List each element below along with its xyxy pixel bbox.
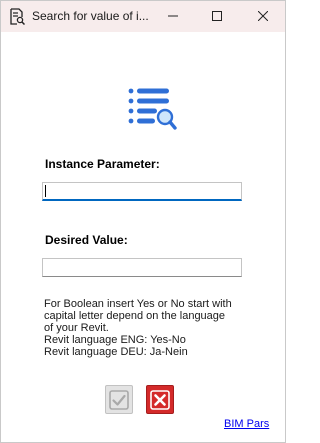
minimize-button[interactable] <box>151 1 195 32</box>
close-button[interactable] <box>241 1 285 32</box>
desired-value-label: Desired Value: <box>45 233 128 247</box>
instance-parameter-input[interactable] <box>42 182 242 201</box>
ok-button[interactable] <box>105 385 133 414</box>
document-search-icon <box>10 8 25 25</box>
title-bar[interactable]: Search for value of i... <box>1 1 285 32</box>
help-line: Revit language DEU: Ja-Nein <box>44 346 188 358</box>
maximize-icon <box>212 11 222 21</box>
minimize-icon <box>168 15 178 17</box>
help-line: of your Revit. <box>44 322 109 334</box>
desired-value-input[interactable] <box>42 258 242 277</box>
window-title: Search for value of i... <box>32 9 149 23</box>
close-icon <box>258 11 268 21</box>
cancel-button[interactable] <box>146 385 174 414</box>
help-line: Revit language ENG: Yes-No <box>44 334 186 346</box>
checkmark-icon <box>109 390 129 410</box>
dialog-window: Search for value of i... Instance Parame… <box>0 0 286 443</box>
help-line: For Boolean insert Yes or No start with <box>44 298 232 310</box>
instance-parameter-label: Instance Parameter: <box>45 157 160 171</box>
text-caret <box>45 185 46 197</box>
x-icon <box>150 390 170 410</box>
help-line: capital letter depend on the language <box>44 310 226 322</box>
help-text: For Boolean insert Yes or No start with … <box>44 298 269 358</box>
bim-pars-link[interactable]: BIM Pars <box>224 418 269 430</box>
list-search-icon <box>128 88 177 130</box>
maximize-button[interactable] <box>195 1 239 32</box>
